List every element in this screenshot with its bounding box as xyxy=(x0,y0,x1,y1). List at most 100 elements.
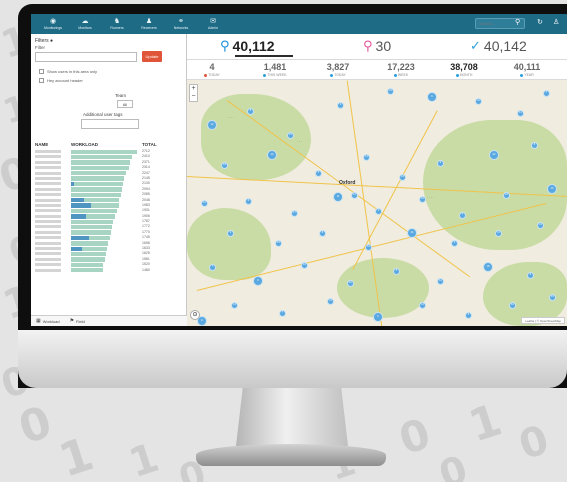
map-cluster-marker[interactable]: 12 xyxy=(351,192,358,199)
period-stat-label-text: WEEK xyxy=(397,73,409,77)
nav-admin[interactable]: ✉ Admin xyxy=(197,18,229,31)
map-cluster-marker[interactable]: 6 xyxy=(427,92,437,102)
nav-monitors[interactable]: ☁ Monitors xyxy=(69,18,101,31)
locate-button[interactable]: ⊙ xyxy=(190,310,200,320)
workload-bar xyxy=(71,219,113,224)
tab-field[interactable]: ⚑ Field xyxy=(70,318,85,324)
map-cluster-marker[interactable]: 17 xyxy=(291,210,298,217)
map-cluster-marker[interactable]: 11 xyxy=(333,192,343,202)
period-stat-label-text: TODAY xyxy=(208,73,220,77)
tags-input[interactable] xyxy=(81,119,139,129)
column-header-workload[interactable]: WORKLOAD xyxy=(71,142,98,147)
map-cluster-marker[interactable]: 14 xyxy=(419,302,426,309)
team-select[interactable]: All xyxy=(117,100,133,108)
binary-digit: 1 xyxy=(52,426,100,482)
workload-bar xyxy=(71,165,130,171)
map-cluster-marker[interactable]: 7 xyxy=(209,264,216,271)
map-cluster-marker[interactable]: 10 xyxy=(509,302,516,309)
map-cluster-marker[interactable]: 16 xyxy=(399,174,406,181)
zoom-out-button[interactable]: − xyxy=(190,93,197,101)
map-cluster-marker[interactable]: 12 xyxy=(201,200,208,207)
row-name-placeholder xyxy=(35,241,61,245)
map-cluster-marker[interactable]: 21 xyxy=(387,88,394,95)
checkbox[interactable] xyxy=(39,69,44,74)
status-dot xyxy=(330,73,334,77)
map-cluster-marker[interactable]: 8 xyxy=(247,108,254,115)
column-header-total[interactable]: TOTAL xyxy=(142,142,157,147)
map-cluster-marker[interactable]: 9 xyxy=(227,230,234,237)
map-cluster-marker[interactable]: 9 xyxy=(253,276,263,286)
refresh-icon[interactable]: ↻ xyxy=(537,18,543,26)
binary-digit: 0 xyxy=(513,416,555,470)
map-cluster-marker[interactable]: 11 xyxy=(327,298,334,305)
map-cluster-marker[interactable]: 10 xyxy=(267,150,277,160)
summary-stats: ⚲ 40,112 ⚲ 30 ✓ 40,142 xyxy=(187,34,567,60)
workload-bar xyxy=(71,154,132,160)
map-cluster-marker[interactable]: 7 xyxy=(459,212,466,219)
monitor-stand-base xyxy=(196,444,386,466)
table-row[interactable]: 1480 xyxy=(31,268,187,273)
map-cluster-marker[interactable]: 9 xyxy=(437,160,444,167)
map-cluster-marker[interactable]: 6 xyxy=(245,198,252,205)
map-cluster-marker[interactable]: 8 xyxy=(531,142,538,149)
account-icon[interactable]: ♙ xyxy=(553,18,559,26)
map-cluster-marker[interactable]: 14 xyxy=(537,222,544,229)
period-stat: 4 TODAY xyxy=(187,62,237,78)
map-cluster-marker[interactable]: 15 xyxy=(275,240,282,247)
nav-networks[interactable]: ⚭ Networks xyxy=(165,18,197,31)
search-icon[interactable]: ⚲ xyxy=(515,18,520,26)
checkbox-account-header[interactable]: Hey account header xyxy=(39,78,83,83)
checkbox-area-only[interactable]: Show users in this area only xyxy=(39,69,97,74)
map-cluster-marker[interactable]: 5 xyxy=(393,268,400,275)
row-total: 1480 xyxy=(142,267,150,272)
map-cluster-marker[interactable]: 13 xyxy=(231,302,238,309)
zoom-in-button[interactable]: + xyxy=(190,85,197,93)
map-cluster-marker[interactable]: 12 xyxy=(207,120,217,130)
map-city-label: Oxford xyxy=(339,180,356,186)
update-button[interactable]: Update xyxy=(142,51,162,62)
stat-completed: ✓ 40,142 xyxy=(470,38,527,54)
checkbox[interactable] xyxy=(39,78,44,83)
map-cluster-marker[interactable]: 7 xyxy=(279,310,286,317)
map-cluster-marker[interactable]: 12 xyxy=(437,278,444,285)
map-cluster-marker[interactable]: 13 xyxy=(363,154,370,161)
user-icon: ♟ xyxy=(145,17,153,25)
column-header-name[interactable]: NAME xyxy=(35,142,48,147)
map-cluster-marker[interactable]: 7 xyxy=(543,90,550,97)
map-cluster-marker[interactable]: 8 xyxy=(319,230,326,237)
map-cluster-marker[interactable]: 9 xyxy=(465,312,472,319)
map-cluster-marker[interactable]: 4 xyxy=(375,208,382,215)
map-cluster-marker[interactable]: 10 xyxy=(347,280,354,287)
tab-workload[interactable]: ▦ Workload xyxy=(36,318,60,324)
map-view[interactable]: · · · · · · · · · · · Oxford 12 8 15 9 21 6 11… xyxy=(187,80,567,326)
map-cluster-marker[interactable]: 22 xyxy=(489,150,499,160)
map-cluster-marker[interactable]: 8 xyxy=(527,272,534,279)
map-cluster-marker[interactable]: 13 xyxy=(547,184,557,194)
map-cluster-marker[interactable]: 10 xyxy=(503,192,510,199)
map-cluster-marker[interactable]: 18 xyxy=(221,162,228,169)
map-cluster-marker[interactable]: 20 xyxy=(407,228,417,238)
map-cluster-marker[interactable]: 18 xyxy=(483,262,493,272)
map-cluster-marker[interactable]: 14 xyxy=(517,110,524,117)
nav-runners[interactable]: ♞ Runners xyxy=(101,18,133,31)
map-cluster-marker[interactable]: 5 xyxy=(315,170,322,177)
map-green-area xyxy=(201,94,311,180)
map-cluster-marker[interactable]: 12 xyxy=(365,244,372,251)
map-cluster-marker[interactable]: 6 xyxy=(451,240,458,247)
filter-input[interactable] xyxy=(35,52,137,62)
map-cluster-marker[interactable]: 15 xyxy=(549,294,556,301)
nav-monitorings[interactable]: ◉ Monitorings xyxy=(37,18,69,31)
map-cluster-marker[interactable]: 6 xyxy=(373,312,383,322)
map-cluster-marker[interactable]: 9 xyxy=(337,102,344,109)
row-name-placeholder xyxy=(35,236,61,240)
map-cluster-marker[interactable]: 11 xyxy=(495,230,502,237)
map-cluster-marker[interactable]: 15 xyxy=(287,132,294,139)
nav-receivers[interactable]: ♟ Receivers xyxy=(133,18,165,31)
row-name-placeholder xyxy=(35,182,61,186)
map-cluster-marker[interactable]: 11 xyxy=(475,98,482,105)
map-cluster-marker[interactable]: 19 xyxy=(419,196,426,203)
map-cluster-marker[interactable]: 16 xyxy=(301,262,308,269)
network-icon: ⚭ xyxy=(178,17,184,25)
workload-bar xyxy=(71,176,125,181)
workload-table: 2712 2410 2371 2314 2247 2145 2130 2094 2085 2048… xyxy=(31,149,187,273)
